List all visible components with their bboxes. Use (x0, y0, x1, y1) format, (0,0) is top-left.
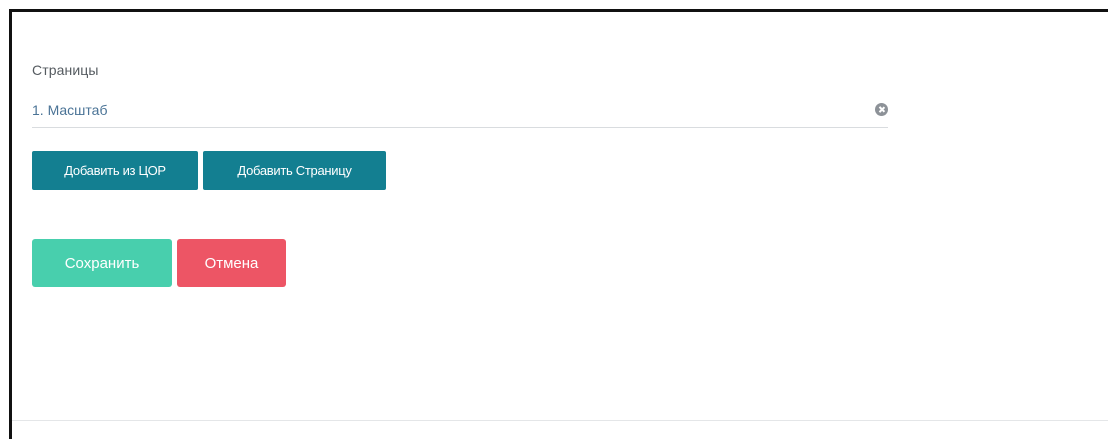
save-button[interactable]: Сохранить (32, 239, 172, 287)
page-item-title[interactable]: 1. Масштаб (32, 102, 107, 118)
add-from-cor-button[interactable]: Добавить из ЦОР (32, 151, 198, 190)
form-panel (9, 9, 1108, 439)
pages-section-label: Страницы (32, 62, 99, 78)
page-list-item[interactable]: 1. Масштаб (32, 96, 888, 128)
remove-page-icon[interactable] (875, 103, 888, 116)
cancel-button[interactable]: Отмена (177, 239, 286, 287)
add-page-button[interactable]: Добавить Страницу (203, 151, 386, 190)
panel-divider (12, 420, 1108, 421)
